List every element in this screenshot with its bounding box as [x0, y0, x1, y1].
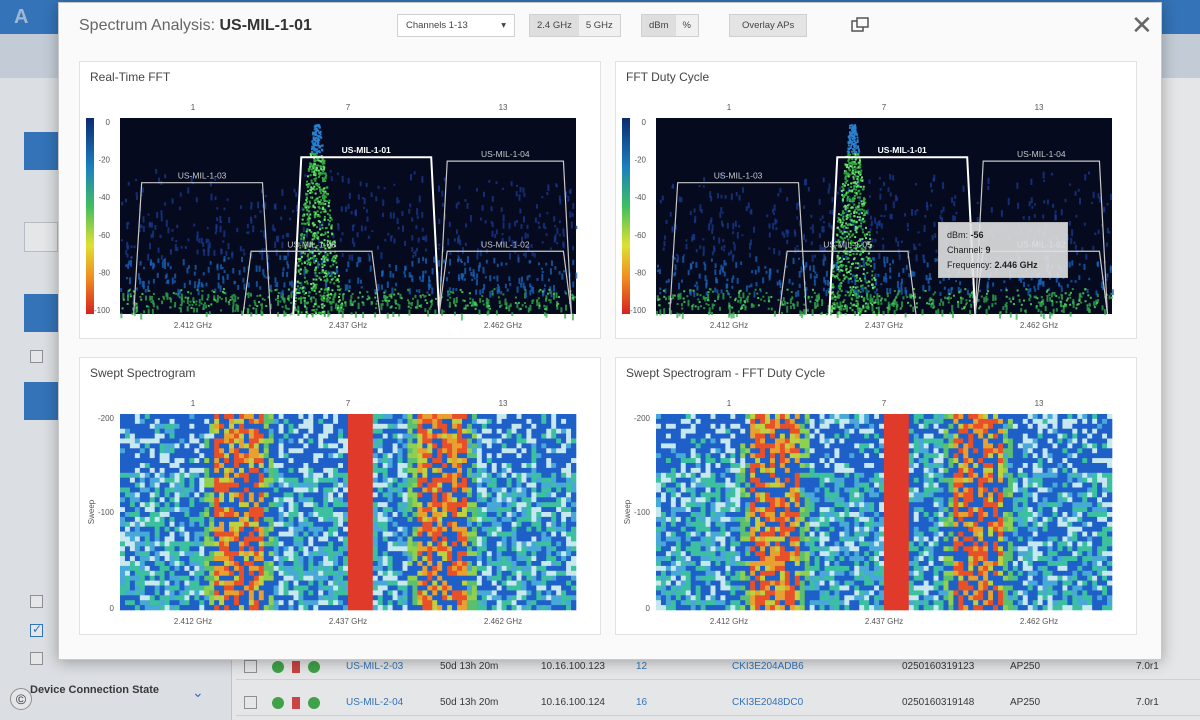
modal-title: Spectrum Analysis: US-MIL-1-01: [79, 17, 312, 35]
channel-tick-label: 1: [727, 399, 732, 408]
y-tick-label: -40: [634, 193, 646, 202]
y-tick-label: -20: [634, 156, 646, 165]
modal-header: Spectrum Analysis: US-MIL-1-01 Channels …: [59, 3, 1161, 49]
channel-tick-label: 7: [882, 399, 887, 408]
spectrogram-cells: [120, 414, 577, 611]
y-tick-label: 0: [110, 604, 115, 613]
y-axis-label: Sweep: [623, 499, 632, 524]
ap-overlay-label: US-MIL-1-01: [342, 145, 391, 155]
channel-tick-label: 13: [499, 103, 508, 112]
band-option-5ghz[interactable]: 5 GHz: [579, 15, 620, 36]
unit-option-dbm[interactable]: dBm: [642, 15, 676, 36]
channel-tick-label: 1: [727, 103, 732, 112]
channel-tick-label: 7: [346, 103, 351, 112]
unit-option-percent[interactable]: %: [676, 15, 698, 36]
band-option-2-4ghz[interactable]: 2.4 GHz: [530, 15, 579, 36]
ap-overlay-label: US-MIL-1-04: [1017, 149, 1066, 159]
tooltip-channel-value: 9: [985, 245, 991, 255]
y-tick-label: -100: [98, 508, 115, 517]
tooltip-frequency-value: 2.446 GHz: [994, 260, 1038, 270]
y-tick-label: -100: [94, 306, 111, 315]
channel-tick-label: 1: [191, 399, 196, 408]
frequency-tick-label: 2.462 GHz: [1020, 321, 1058, 330]
y-axis-label: Sweep: [87, 499, 96, 524]
y-tick-label: -80: [98, 268, 110, 277]
frequency-tick-label: 2.437 GHz: [329, 321, 367, 330]
channel-tick-label: 7: [882, 103, 887, 112]
y-tick-label: -20: [98, 156, 110, 165]
y-tick-label: -60: [634, 231, 646, 240]
ap-overlay-label: US-MIL-1-03: [178, 171, 227, 181]
y-tick-label: 0: [642, 118, 647, 127]
color-scale-bar: [622, 118, 630, 314]
channel-select[interactable]: Channels 1-13 ▾: [397, 14, 515, 37]
band-toggle: 2.4 GHz 5 GHz: [529, 14, 621, 37]
ap-overlay-label: US-MIL-1-01: [878, 145, 927, 155]
frequency-tick-label: 2.462 GHz: [484, 321, 522, 330]
y-tick-label: 0: [106, 118, 111, 127]
popout-icon[interactable]: [851, 17, 869, 33]
frequency-tick-label: 2.412 GHz: [174, 617, 212, 626]
y-tick-label: -200: [634, 414, 651, 423]
realtime-fft-chart[interactable]: 0 -20 -40 -60 -80 -100 US-MIL-1-03 US-MIL-1-01 U…: [80, 62, 602, 340]
channel-tick-label: 7: [346, 399, 351, 408]
swept-spectrogram-panel: Swept Spectrogram -200 -100 0 Sweep 1 7 13 2.41…: [79, 357, 601, 635]
y-tick-label: -60: [98, 231, 110, 240]
frequency-tick-label: 2.462 GHz: [484, 617, 522, 626]
modal-title-ap: US-MIL-1-01: [219, 17, 312, 34]
y-tick-label: 0: [646, 604, 651, 613]
swept-spectrogram-chart[interactable]: -200 -100 0 Sweep 1 7 13 2.412 GHz 2.437 GHz 2.46…: [80, 358, 602, 636]
channel-tick-label: 13: [1035, 399, 1044, 408]
realtime-fft-panel: Real-Time FFT 0 -20 -40 -60 -80 -100 US-MIL-1-…: [79, 61, 601, 339]
y-tick-label: -80: [634, 268, 646, 277]
ap-overlay-label: US-MIL-1-04: [481, 149, 530, 159]
frequency-tick-label: 2.412 GHz: [174, 321, 212, 330]
ap-overlay-label: US-MIL-1-05: [287, 239, 336, 249]
ap-overlay-label: US-MIL-1-03: [714, 171, 763, 181]
modal-title-prefix: Spectrum Analysis:: [79, 17, 220, 34]
tooltip-channel-label: Channel:: [947, 245, 984, 255]
ap-overlay-label: US-MIL-1-02: [481, 239, 530, 249]
y-tick-label: -40: [98, 193, 110, 202]
frequency-tick-label: 2.437 GHz: [865, 321, 903, 330]
y-tick-label: -100: [634, 508, 651, 517]
frequency-tick-label: 2.412 GHz: [710, 321, 748, 330]
frequency-tick-label: 2.437 GHz: [329, 617, 367, 626]
y-tick-label: -200: [98, 414, 115, 423]
close-icon[interactable]: ✕: [1131, 11, 1153, 39]
tooltip-dbm-value: -56: [970, 230, 984, 240]
channel-tick-label: 1: [191, 103, 196, 112]
frequency-tick-label: 2.437 GHz: [865, 617, 903, 626]
fft-duty-cycle-panel: FFT Duty Cycle 0 -20 -40 -60 -80 -100 US-MIL-1…: [615, 61, 1137, 339]
unit-toggle: dBm %: [641, 14, 699, 37]
channel-select-value: Channels 1-13: [406, 20, 468, 31]
channel-tick-label: 13: [1035, 103, 1044, 112]
swept-duty-chart[interactable]: -200 -100 0 Sweep 1 7 13 2.412 GHz 2.437 GHz 2.46…: [616, 358, 1138, 636]
tooltip-frequency-label: Frequency:: [947, 260, 993, 270]
color-scale-bar: [86, 118, 94, 314]
tooltip-dbm-label: dBm:: [947, 230, 969, 240]
y-tick-label: -100: [630, 306, 647, 315]
swept-duty-panel: Swept Spectrogram - FFT Duty Cycle -200-…: [615, 357, 1137, 635]
channel-tick-label: 13: [499, 399, 508, 408]
frequency-tick-label: 2.412 GHz: [710, 617, 748, 626]
overlay-aps-button[interactable]: Overlay APs: [729, 14, 808, 37]
spectrogram-cells: [656, 414, 1113, 611]
fft-duty-cycle-chart[interactable]: 0 -20 -40 -60 -80 -100 US-MIL-1-03 US-MIL-1-01 U…: [616, 62, 1138, 340]
spectrum-analysis-modal: Spectrum Analysis: US-MIL-1-01 Channels …: [58, 2, 1162, 660]
chevron-down-icon: ▾: [501, 20, 506, 31]
ap-overlay-label: US-MIL-1-05: [823, 239, 872, 249]
frequency-tick-label: 2.462 GHz: [1020, 617, 1058, 626]
chart-tooltip: dBm: -56 Channel: 9 Frequency: 2.446 GHz: [938, 222, 1068, 278]
